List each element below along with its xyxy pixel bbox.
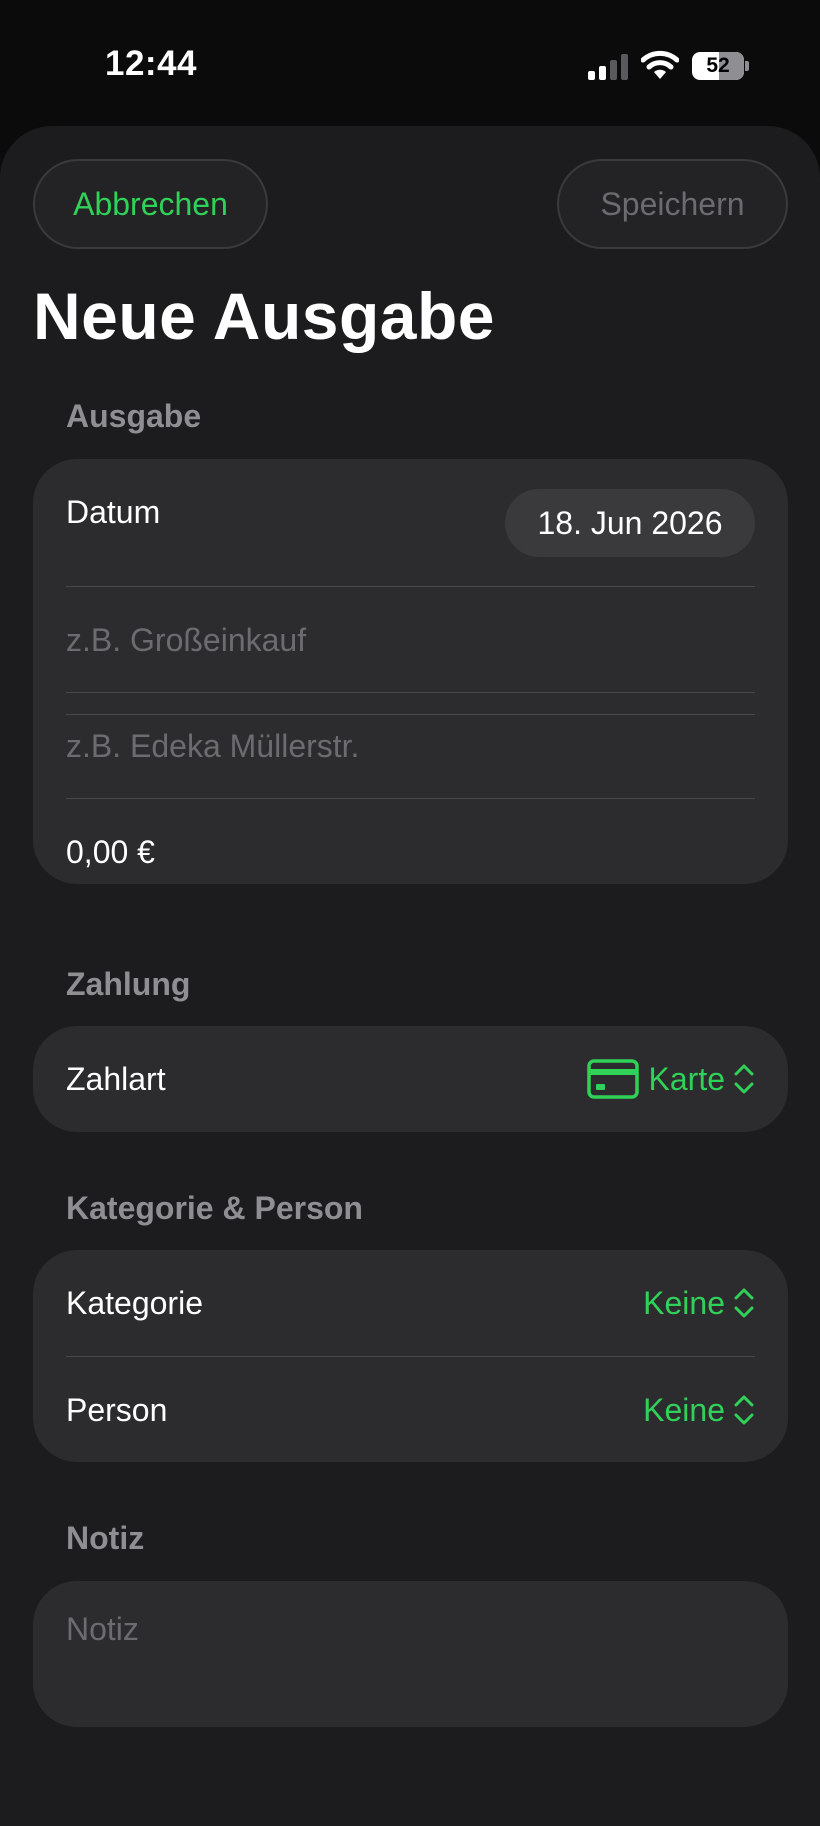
store-field[interactable]: z.B. Edeka Müllerstr. [66, 693, 755, 799]
payment-method-value: Karte [648, 1060, 725, 1097]
note-input[interactable]: Notiz [33, 1581, 788, 1727]
save-button[interactable]: Speichern [557, 159, 788, 249]
payment-method-label: Zahlart [66, 1061, 166, 1097]
creditcard-icon [586, 1059, 639, 1099]
battery-cap [745, 61, 749, 71]
battery-level: 52 [706, 54, 730, 77]
section-header-note: Notiz [66, 1520, 145, 1556]
cancel-button[interactable]: Abbrechen [33, 159, 268, 249]
store-placeholder: z.B. Edeka Müllerstr. [66, 728, 360, 764]
wifi-icon [641, 50, 679, 79]
category-person-card: Kategorie Keine Person Keine [33, 1250, 788, 1462]
battery-icon: 52 [692, 52, 749, 80]
note-placeholder: Notiz [66, 1611, 139, 1647]
description-field[interactable]: z.B. Großeinkauf [66, 587, 755, 693]
page-title: Neue Ausgabe [33, 279, 496, 353]
person-label: Person [66, 1392, 168, 1428]
payment-method-picker[interactable]: Karte [586, 1026, 755, 1132]
status-bar: 12:44 52 [0, 0, 820, 125]
section-header-category-person: Kategorie & Person [66, 1190, 363, 1226]
chevron-updown-icon [734, 1395, 754, 1425]
chevron-updown-icon [734, 1288, 754, 1318]
category-row[interactable]: Kategorie Keine [66, 1250, 755, 1356]
person-picker[interactable]: Keine [643, 1357, 755, 1463]
new-expense-sheet: Abbrechen Speichern Neue Ausgabe Ausgabe… [0, 126, 820, 1826]
amount-value: 0,00 € [66, 834, 155, 870]
category-picker[interactable]: Keine [643, 1250, 755, 1356]
status-time: 12:44 [105, 44, 198, 83]
description-placeholder: z.B. Großeinkauf [66, 622, 307, 658]
amount-field[interactable]: 0,00 € [66, 799, 755, 905]
section-header-payment: Zahlung [66, 966, 191, 1002]
chevron-updown-icon [734, 1064, 754, 1094]
payment-card: Zahlart Karte [33, 1026, 788, 1132]
person-value: Keine [643, 1391, 725, 1428]
payment-method-row[interactable]: Zahlart Karte [66, 1026, 755, 1132]
category-value: Keine [643, 1284, 725, 1321]
cellular-signal-icon [588, 54, 628, 80]
category-label: Kategorie [66, 1285, 203, 1321]
battery-body: 52 [692, 52, 744, 80]
section-header-expense: Ausgabe [66, 398, 202, 434]
person-row[interactable]: Person Keine [66, 1357, 755, 1463]
